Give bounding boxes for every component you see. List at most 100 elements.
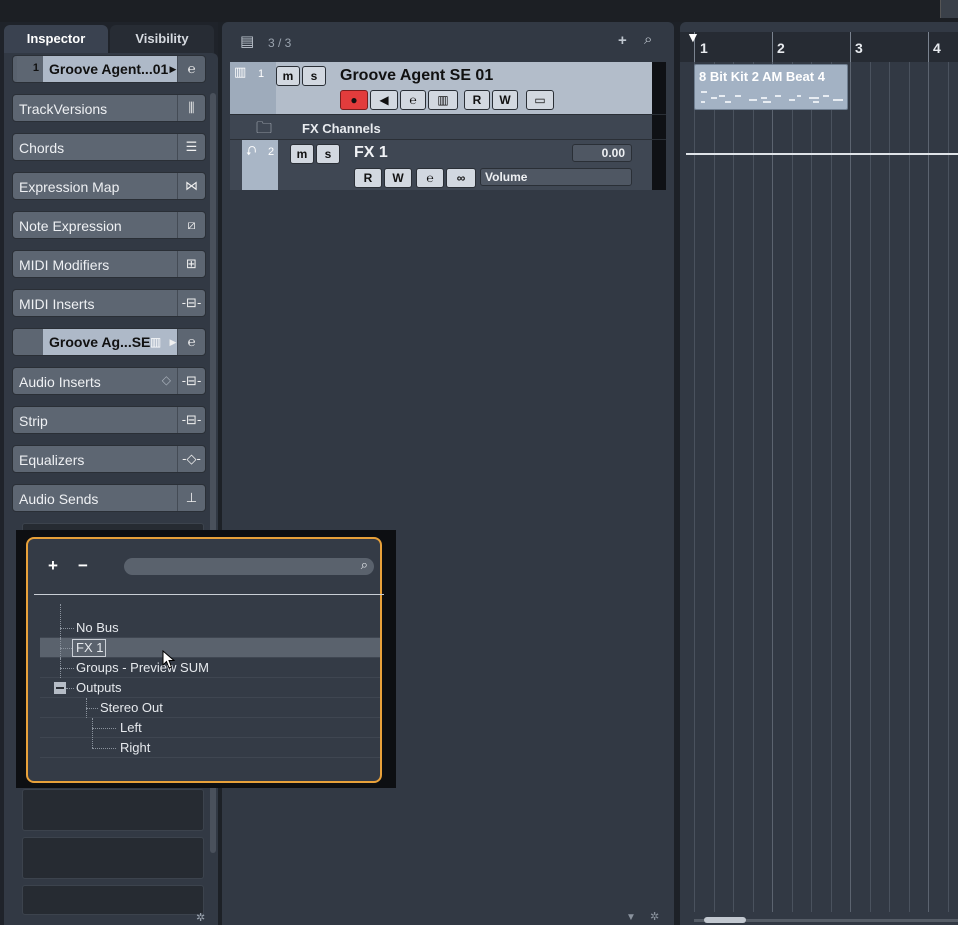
add-button[interactable]: + [48,556,58,576]
list-item-left[interactable]: Left [40,718,380,738]
section-strip[interactable]: Strip -⊟- [12,406,206,434]
tree-line [66,688,74,689]
read-automation-button[interactable]: R [464,90,490,110]
lanes-icon[interactable]: ▭ [526,90,554,110]
track-row[interactable]: ▥ 1 m s Groove Agent SE 01 ● ◀ ℮ ▥ R W ▭ [230,62,666,114]
automation-line[interactable] [686,153,958,155]
folder-label: FX Channels [302,121,381,136]
tree-line [60,628,74,629]
track-list-panel: ▤ 3 / 3 + ⌕ ▥ 1 m s Groove Agent SE 01 ●… [222,22,674,925]
track-count: 3 / 3 [268,36,292,50]
tree-line [92,718,93,748]
list-item-stereo-out[interactable]: Stereo Out [40,698,380,718]
instrument-name: Groove Ag...SE [49,334,151,350]
list-item-no-bus[interactable]: No Bus [40,604,380,638]
tree-line [60,668,74,669]
instrument-slot[interactable]: Groove Ag...SE ▥ ▶ ℮ [12,328,206,356]
section-audio-sends[interactable]: Audio Sends ⊥ [12,484,206,512]
edit-instrument-icon[interactable]: ℮ [177,56,205,82]
section-chords[interactable]: Chords ☰ [12,133,206,161]
section-expression-map[interactable]: Expression Map ⋈ [12,172,206,200]
section-midi-modifiers[interactable]: MIDI Modifiers ⊞ [12,250,206,278]
monitor-button[interactable]: ◀ [370,90,398,110]
ruler-tick [928,32,929,62]
gear-icon[interactable]: ✲ [650,910,659,923]
tab-inspector[interactable]: Inspector [4,25,108,53]
chevron-down-icon[interactable]: ▼ [626,912,636,923]
solo-button[interactable]: s [302,66,326,86]
instrument-track-icon: ▥ [234,64,247,79]
add-track-icon[interactable]: + [618,32,627,49]
automation-parameter-field[interactable]: Volume [480,168,632,186]
grid-line [850,62,851,912]
track-arrow-icon[interactable]: ▶ [169,56,177,82]
section-label: Audio Inserts [19,374,101,390]
grid-line [909,62,910,912]
volume-field[interactable]: 0.00 [572,144,632,162]
edit-instrument-icon[interactable]: ℮ [177,329,205,355]
mute-button[interactable]: m [290,144,314,164]
section-label: Expression Map [19,179,120,195]
edit-icon[interactable]: ℮ [416,168,444,188]
send-slot[interactable] [22,885,204,915]
list-item-label: Right [120,740,151,755]
inspector-track-header[interactable]: 1 Groove Agent...01 ▶ ℮ [12,55,206,83]
track-number: 1 [17,56,43,82]
bypass-icon[interactable]: ◇ [162,373,171,387]
track-versions-icon: ⫼ [177,95,205,121]
section-note-expression[interactable]: Note Expression ⧄ [12,211,206,239]
grid-line [753,62,754,912]
track-name: Groove Agent...01 [49,61,169,77]
window-control-button[interactable] [940,0,958,18]
write-automation-button[interactable]: W [492,90,518,110]
zoom-thumb[interactable] [704,917,746,923]
link-icon[interactable]: ∞ [446,168,476,188]
solo-button[interactable]: s [316,144,340,164]
send-slot[interactable] [22,789,204,831]
search-icon[interactable]: ⌕ [644,31,652,48]
horizontal-zoom-slider[interactable] [694,917,958,923]
midi-event[interactable]: 8 Bit Kit 2 AM Beat 4 [694,64,848,110]
tab-visibility[interactable]: Visibility [110,25,214,53]
grid-line [811,62,812,912]
remove-button[interactable]: − [78,556,88,576]
ruler[interactable]: 1 2 3 4 ▼ [680,29,958,62]
tree-line [60,648,72,649]
section-label: MIDI Inserts [19,296,95,312]
list-item-fx-1[interactable]: FX 1 [40,638,380,658]
record-button[interactable]: ● [340,90,368,110]
grid-line [831,62,832,912]
tree-line [92,728,116,729]
keyboard-icon[interactable]: ▥ [150,335,161,349]
list-icon[interactable]: ▤ [240,32,254,50]
list-item-right[interactable]: Right [40,718,380,758]
collapse-icon[interactable] [54,682,66,694]
gear-icon[interactable]: ✲ [196,911,205,924]
list-item-outputs[interactable]: Outputs [40,678,380,698]
section-equalizers[interactable]: Equalizers -◇- [12,445,206,473]
section-label: TrackVersions [19,101,108,117]
keyboard-icon[interactable]: ▥ [428,90,458,110]
section-track-versions[interactable]: TrackVersions ⫼ [12,94,206,122]
folder-fx-channels[interactable]: 🗀 FX Channels [230,114,666,140]
send-slot[interactable] [22,837,204,879]
mouse-cursor-icon [162,650,176,669]
read-automation-button[interactable]: R [354,168,382,188]
playhead-marker-icon[interactable]: ▼ [686,29,700,45]
track-end-strip [652,140,666,190]
arrow-icon[interactable]: ▶ [169,329,177,355]
list-item-groups-preview-sum[interactable]: Groups - Preview SUM [40,658,380,678]
section-label: Audio Sends [19,491,99,507]
search-input[interactable]: ⌕ [124,557,374,575]
track-row[interactable]: ⮏ 2 m s FX 1 0.00 R W ℮ ∞ Volume [230,140,666,190]
list-item-label: FX 1 [76,640,104,655]
mute-button[interactable]: m [276,66,300,86]
audio-sends-icon: ⊥ [177,485,205,511]
grid-line [694,62,695,912]
section-audio-inserts[interactable]: Audio Inserts ◇ -⊟- [12,367,206,395]
edit-icon[interactable]: ℮ [400,90,426,110]
section-midi-inserts[interactable]: MIDI Inserts -⊟- [12,289,206,317]
track-number: 2 [268,146,275,158]
note-expression-icon: ⧄ [177,212,205,238]
write-automation-button[interactable]: W [384,168,412,188]
